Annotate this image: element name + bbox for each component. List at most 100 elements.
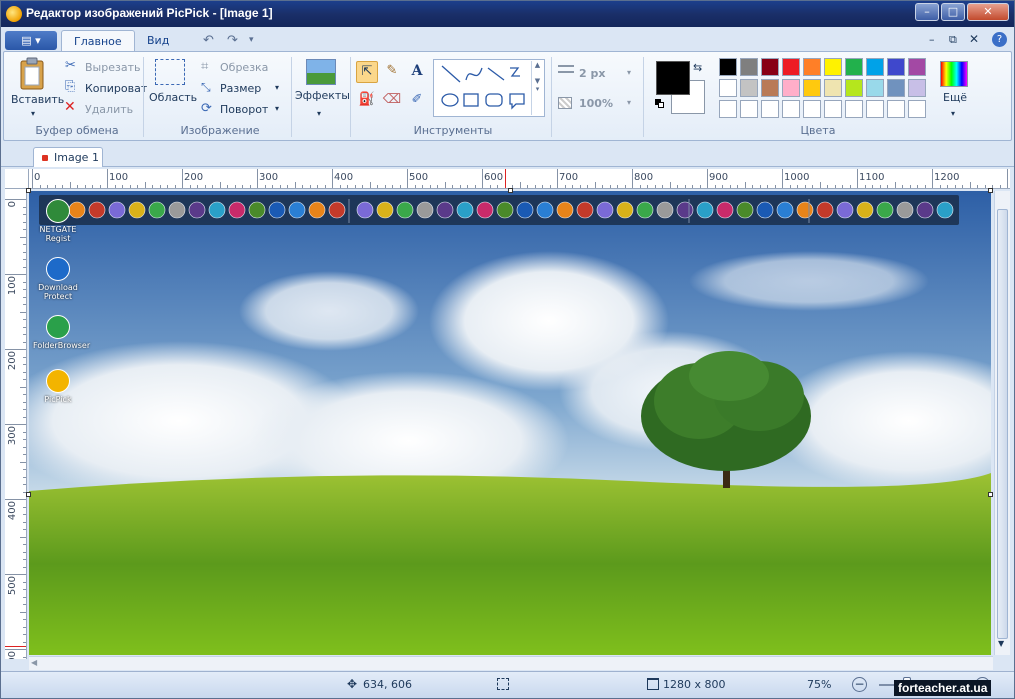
toolbar-app-icon[interactable] — [188, 201, 206, 219]
toolbar-app-icon[interactable] — [356, 201, 374, 219]
eraser-tool-icon[interactable]: ⌫ — [381, 90, 403, 112]
line-shape-icon[interactable] — [441, 65, 461, 83]
title-bar[interactable]: Редактор изображений PicPick - [Image 1]… — [1, 1, 1014, 27]
ribbon-restore-icon[interactable]: ⧉ — [949, 33, 957, 47]
minimize-button[interactable]: – — [915, 3, 939, 21]
ribbon-minimize-icon[interactable]: – — [929, 33, 935, 46]
swap-colors-icon[interactable]: ⇆ — [693, 61, 702, 74]
more-colors-dropdown-icon[interactable]: ▾ — [951, 109, 955, 118]
palette-swatch[interactable] — [845, 58, 863, 76]
toolbar-app-icon[interactable] — [596, 201, 614, 219]
scroll-left-icon[interactable]: ◀ — [31, 658, 37, 667]
quick-access-dropdown-icon[interactable]: ▾ — [249, 35, 254, 45]
delete-button[interactable]: Удалить — [85, 103, 133, 116]
toolbar-app-icon[interactable] — [376, 201, 394, 219]
palette-swatch[interactable] — [824, 58, 842, 76]
toolbar-app-icon[interactable] — [328, 201, 346, 219]
callout-shape-icon[interactable] — [509, 93, 525, 110]
rotate-dropdown-icon[interactable]: ▾ — [275, 104, 279, 113]
desktop-shortcut[interactable]: FolderBrowser — [33, 315, 90, 350]
rotate-button[interactable]: Поворот — [220, 103, 268, 116]
palette-swatch[interactable] — [887, 58, 905, 76]
palette-swatch[interactable] — [908, 58, 926, 76]
toolbar-app-icon[interactable] — [856, 201, 874, 219]
toolbar-app-icon[interactable] — [436, 201, 454, 219]
zoom-out-icon[interactable]: − — [852, 677, 867, 692]
toolbar-app-icon[interactable] — [248, 201, 266, 219]
color-picker-icon[interactable]: ✐ — [406, 90, 428, 112]
effects-button[interactable]: Эффекты — [295, 89, 350, 102]
arrow-shape-icon[interactable] — [487, 67, 505, 81]
palette-swatch[interactable] — [803, 79, 821, 97]
toolbar-app-icon[interactable] — [836, 201, 854, 219]
palette-swatch[interactable] — [866, 100, 884, 118]
toolbar-app-icon[interactable] — [676, 201, 694, 219]
rectangle-shape-icon[interactable] — [463, 93, 479, 107]
redo-icon[interactable]: ↷ — [227, 33, 238, 48]
cut-button[interactable]: Вырезать — [85, 61, 140, 74]
select-area-icon[interactable] — [155, 59, 185, 85]
opacity-value[interactable]: 100% — [579, 97, 613, 110]
close-window-button[interactable]: ✕ — [967, 3, 1009, 21]
toolbar-app-icon[interactable] — [616, 201, 634, 219]
document-tab-image1[interactable]: Image 1 — [33, 147, 103, 167]
effects-icon[interactable] — [306, 59, 336, 85]
desktop-shortcut[interactable]: PicPick — [33, 369, 83, 404]
palette-swatch[interactable] — [845, 79, 863, 97]
toolbar-app-icon[interactable] — [208, 201, 226, 219]
pencil-tool-icon[interactable]: ✎ — [381, 61, 403, 83]
vertical-scrollbar[interactable]: ▼ — [994, 191, 1010, 655]
palette-swatch[interactable] — [740, 79, 758, 97]
help-icon[interactable]: ? — [992, 32, 1007, 47]
toolbar-app-icon[interactable] — [288, 201, 306, 219]
polyline-shape-icon[interactable] — [510, 67, 520, 77]
palette-swatch[interactable] — [887, 100, 905, 118]
palette-swatch[interactable] — [740, 58, 758, 76]
more-colors-button[interactable]: Ещё — [943, 91, 967, 104]
palette-swatch[interactable] — [887, 79, 905, 97]
palette-swatch[interactable] — [803, 100, 821, 118]
resize-button[interactable]: Размер — [220, 82, 261, 95]
toolbar-app-icon[interactable] — [916, 201, 934, 219]
toolbar-app-icon[interactable] — [736, 201, 754, 219]
ribbon-close-icon[interactable]: ✕ — [969, 32, 979, 46]
palette-swatch[interactable] — [782, 79, 800, 97]
selection-handle[interactable] — [988, 188, 993, 193]
toolbar-app-icon[interactable] — [496, 201, 514, 219]
opacity-dropdown-icon[interactable]: ▾ — [627, 98, 631, 107]
selection-handle[interactable] — [26, 188, 31, 193]
toolbar-app-icon[interactable] — [148, 201, 166, 219]
palette-swatch[interactable] — [782, 58, 800, 76]
toolbar-app-icon[interactable] — [128, 201, 146, 219]
shapes-gallery[interactable] — [433, 59, 545, 117]
fill-tool-icon[interactable]: ⛽ — [356, 90, 378, 112]
selection-handle[interactable] — [26, 492, 31, 497]
tab-home[interactable]: Главное — [61, 30, 135, 52]
picpick-app-icon[interactable] — [6, 6, 22, 22]
palette-swatch[interactable] — [866, 79, 884, 97]
text-tool-icon[interactable]: A — [406, 61, 428, 83]
desktop-shortcut[interactable]: NETGATE Regist — [33, 199, 83, 243]
paste-dropdown-icon[interactable]: ▾ — [31, 109, 35, 118]
toolbar-app-icon[interactable] — [576, 201, 594, 219]
ellipse-shape-icon[interactable] — [441, 93, 459, 107]
palette-swatch[interactable] — [908, 79, 926, 97]
curve-shape-icon[interactable] — [465, 67, 483, 81]
palette-swatch[interactable] — [761, 100, 779, 118]
palette-swatch[interactable] — [782, 100, 800, 118]
toolbar-app-icon[interactable] — [716, 201, 734, 219]
horizontal-scrollbar[interactable]: ◀ — [29, 656, 993, 670]
toolbar-app-icon[interactable] — [936, 201, 954, 219]
toolbar-app-icon[interactable] — [876, 201, 894, 219]
toolbar-app-icon[interactable] — [796, 201, 814, 219]
tab-view[interactable]: Вид — [135, 30, 181, 52]
scroll-down-icon[interactable]: ▼ — [998, 639, 1004, 648]
selection-handle[interactable] — [988, 492, 993, 497]
primary-color-swatch-front[interactable] — [656, 61, 690, 95]
vertical-scroll-thumb[interactable] — [997, 209, 1008, 639]
palette-swatch[interactable] — [845, 100, 863, 118]
paste-button[interactable] — [18, 57, 48, 91]
toolbar-app-icon[interactable] — [636, 201, 654, 219]
image-canvas[interactable]: NETGATE Regist Download Protect FolderBrow… — [29, 191, 991, 655]
reset-colors-icon[interactable] — [655, 99, 665, 109]
